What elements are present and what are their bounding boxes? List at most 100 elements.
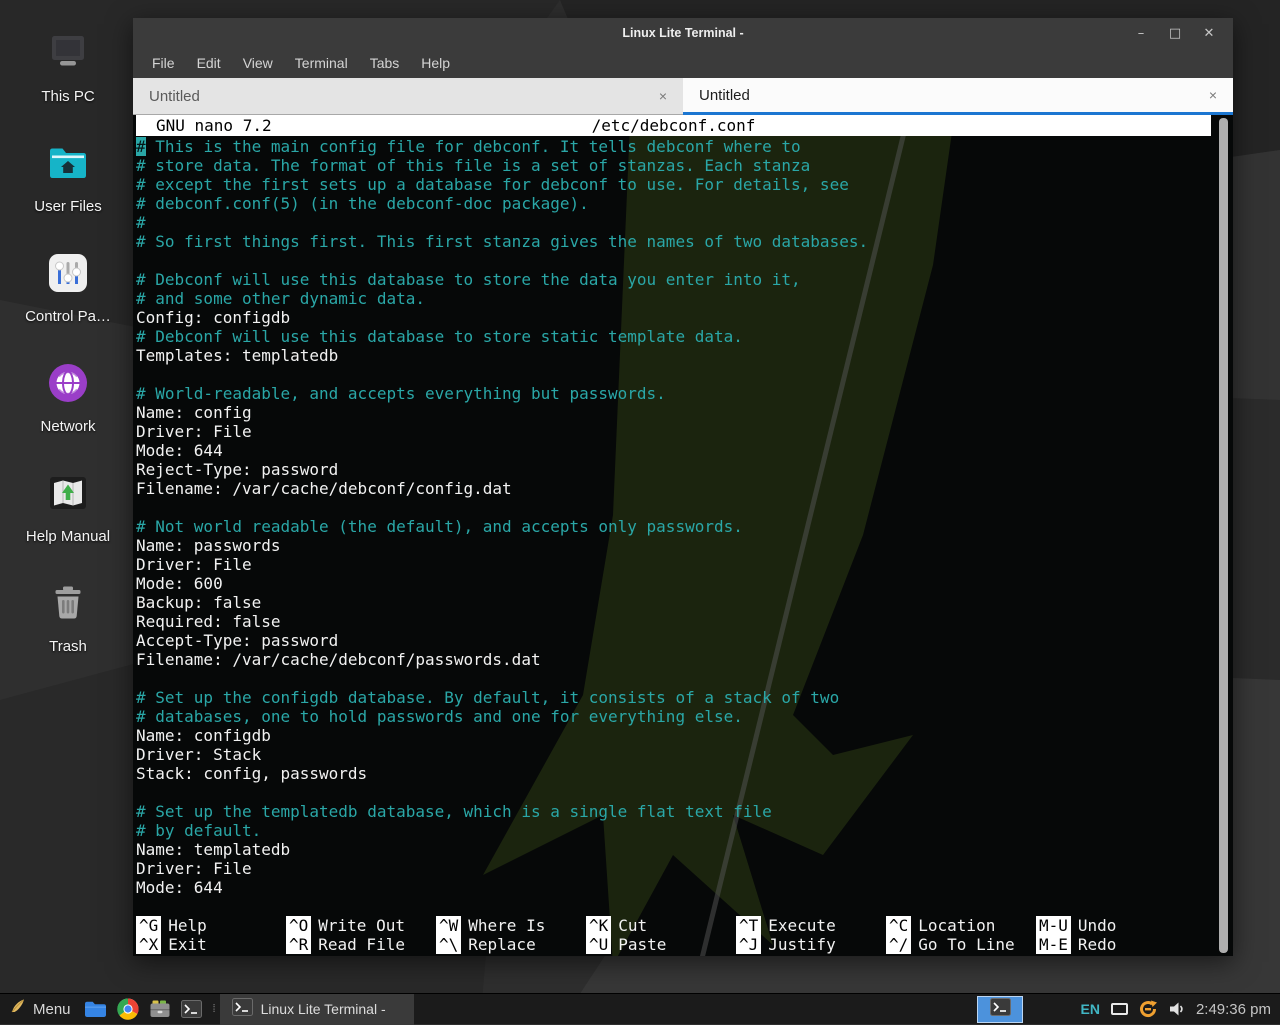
shortcut-key: ^/ [886, 935, 911, 954]
menu-terminal[interactable]: Terminal [284, 48, 359, 78]
desktop-icon-label: This PC [41, 88, 94, 105]
window-titlebar[interactable]: Linux Lite Terminal - – □ ✕ [133, 18, 1233, 48]
menu-file[interactable]: File [141, 48, 186, 78]
network-globe-icon [45, 360, 91, 411]
nano-titlebar: GNU nano 7.2 /etc/debconf.conf [136, 115, 1211, 136]
file-manager-icon[interactable] [83, 996, 109, 1022]
nano-shortcut-justify: ^JJustify [736, 935, 886, 954]
nano-line: Backup: false [136, 593, 1213, 612]
nano-shortcut-where-is: ^WWhere Is [436, 916, 586, 935]
nano-shortcut-location: ^CLocation [886, 916, 1036, 935]
shortcut-key: M-E [1036, 935, 1071, 954]
desktop-icon-user-files[interactable]: User Files [0, 132, 136, 242]
desktop-icon-label: Network [40, 418, 95, 435]
nano-line: # [136, 213, 1213, 232]
terminal-window: Linux Lite Terminal - – □ ✕ FileEditView… [133, 18, 1233, 956]
desktop-icon-list: This PC User Files Control Pa… Network Help … [0, 22, 136, 682]
menu-view[interactable]: View [232, 48, 284, 78]
desktop-icon-network[interactable]: Network [0, 352, 136, 462]
nano-file-path: /etc/debconf.conf [136, 115, 1211, 136]
tab-bar: Untitled×Untitled× [133, 78, 1233, 115]
desktop-icon-trash[interactable]: Trash [0, 572, 136, 682]
nano-blank-line [136, 783, 1213, 802]
nano-line: # World-readable, and accepts everything… [136, 384, 1213, 403]
nano-shortcut-paste: ^UPaste [586, 935, 736, 954]
workspace-indicator-icon[interactable] [1111, 1003, 1128, 1015]
nano-line: Filename: /var/cache/debconf/config.dat [136, 479, 1213, 498]
nano-line: # except the first sets up a database fo… [136, 175, 1213, 194]
desktop-icon-label: Trash [49, 638, 87, 655]
nano-line: Driver: File [136, 859, 1213, 878]
chrome-icon[interactable] [115, 996, 141, 1022]
shortcut-key: ^X [136, 935, 161, 954]
volume-icon[interactable] [1168, 1000, 1186, 1018]
desktop-icon-label: Control Pa… [25, 308, 111, 325]
tray-active-window-button[interactable] [977, 996, 1023, 1023]
nano-line: Mode: 644 [136, 441, 1213, 460]
keyboard-layout-indicator[interactable]: EN [1080, 1001, 1099, 1017]
nano-blank-line [136, 498, 1213, 517]
minimize-button[interactable]: – [1131, 26, 1151, 41]
nano-line: Filename: /var/cache/debconf/passwords.d… [136, 650, 1213, 669]
menu-edit[interactable]: Edit [186, 48, 232, 78]
nano-line: Config: configdb [136, 308, 1213, 327]
shortcut-key: ^G [136, 916, 161, 935]
terminal-content[interactable]: GNU nano 7.2 /etc/debconf.conf # This is… [133, 115, 1233, 956]
update-notifier-icon[interactable] [1138, 999, 1158, 1019]
nano-line: Driver: File [136, 422, 1213, 441]
nano-blank-line [136, 251, 1213, 270]
nano-line: Name: config [136, 403, 1213, 422]
quick-launchers [80, 996, 208, 1022]
tab-close-icon[interactable]: × [1209, 87, 1217, 103]
start-menu-button[interactable]: Menu [0, 994, 80, 1024]
nano-shortcut-cut: ^KCut [586, 916, 736, 935]
clock[interactable]: 2:49:36 pm [1196, 1001, 1271, 1018]
menu-bar: FileEditViewTerminalTabsHelp [133, 48, 1233, 78]
window-title: Linux Lite Terminal - [133, 26, 1233, 40]
desktop: This PC User Files Control Pa… Network Help … [0, 0, 1280, 1024]
nano-line: # So first things first. This first stan… [136, 232, 1213, 251]
menu-help[interactable]: Help [410, 48, 461, 78]
nano-line: # Debconf will use this database to stor… [136, 270, 1213, 289]
desktop-icon-label: User Files [34, 198, 102, 215]
nano-line: Templates: templatedb [136, 346, 1213, 365]
tab-label: Untitled [149, 88, 200, 105]
task-button-terminal[interactable]: Linux Lite Terminal - [220, 994, 414, 1025]
nano-text-area[interactable]: # This is the main config file for debco… [136, 137, 1213, 897]
tab-2-active[interactable]: Untitled× [683, 78, 1233, 115]
nano-shortcut-write-out: ^OWrite Out [286, 916, 436, 935]
nano-line: Name: templatedb [136, 840, 1213, 859]
archive-icon[interactable] [147, 996, 173, 1022]
desktop-icon-help-manual[interactable]: Help Manual [0, 462, 136, 572]
nano-line: Mode: 600 [136, 574, 1213, 593]
shortcut-key: ^J [736, 935, 761, 954]
desktop-icon-this-pc[interactable]: This PC [0, 22, 136, 132]
computer-icon [45, 30, 91, 81]
tab-close-icon[interactable]: × [659, 88, 667, 104]
nano-shortcut-replace: ^\Replace [436, 935, 586, 954]
nano-line: # Not world readable (the default), and … [136, 517, 1213, 536]
nano-line: Accept-Type: password [136, 631, 1213, 650]
maximize-button[interactable]: □ [1165, 26, 1185, 41]
shortcut-key: ^\ [436, 935, 461, 954]
nano-shortcut-exit: ^XExit [136, 935, 286, 954]
trash-icon [45, 580, 91, 631]
terminal-icon[interactable] [179, 996, 205, 1022]
nano-blank-line [136, 669, 1213, 688]
desktop-icon-control-pa[interactable]: Control Pa… [0, 242, 136, 352]
nano-shortcut-read-file: ^RRead File [286, 935, 436, 954]
terminal-scrollbar[interactable] [1219, 118, 1228, 953]
nano-shortcut-help: ^GHelp [136, 916, 286, 935]
nano-line: # databases, one to hold passwords and o… [136, 707, 1213, 726]
nano-blank-line [136, 365, 1213, 384]
close-button[interactable]: ✕ [1199, 26, 1219, 41]
menu-tabs[interactable]: Tabs [359, 48, 411, 78]
tab-1[interactable]: Untitled × [133, 78, 683, 115]
nano-line: # Set up the configdb database. By defau… [136, 688, 1213, 707]
shortcut-key: ^U [586, 935, 611, 954]
nano-shortcut-undo: M-UUndo [1036, 916, 1186, 935]
shortcut-key: ^O [286, 916, 311, 935]
nano-line: Reject-Type: password [136, 460, 1213, 479]
home-folder-icon [45, 140, 91, 191]
shortcut-key: ^T [736, 916, 761, 935]
